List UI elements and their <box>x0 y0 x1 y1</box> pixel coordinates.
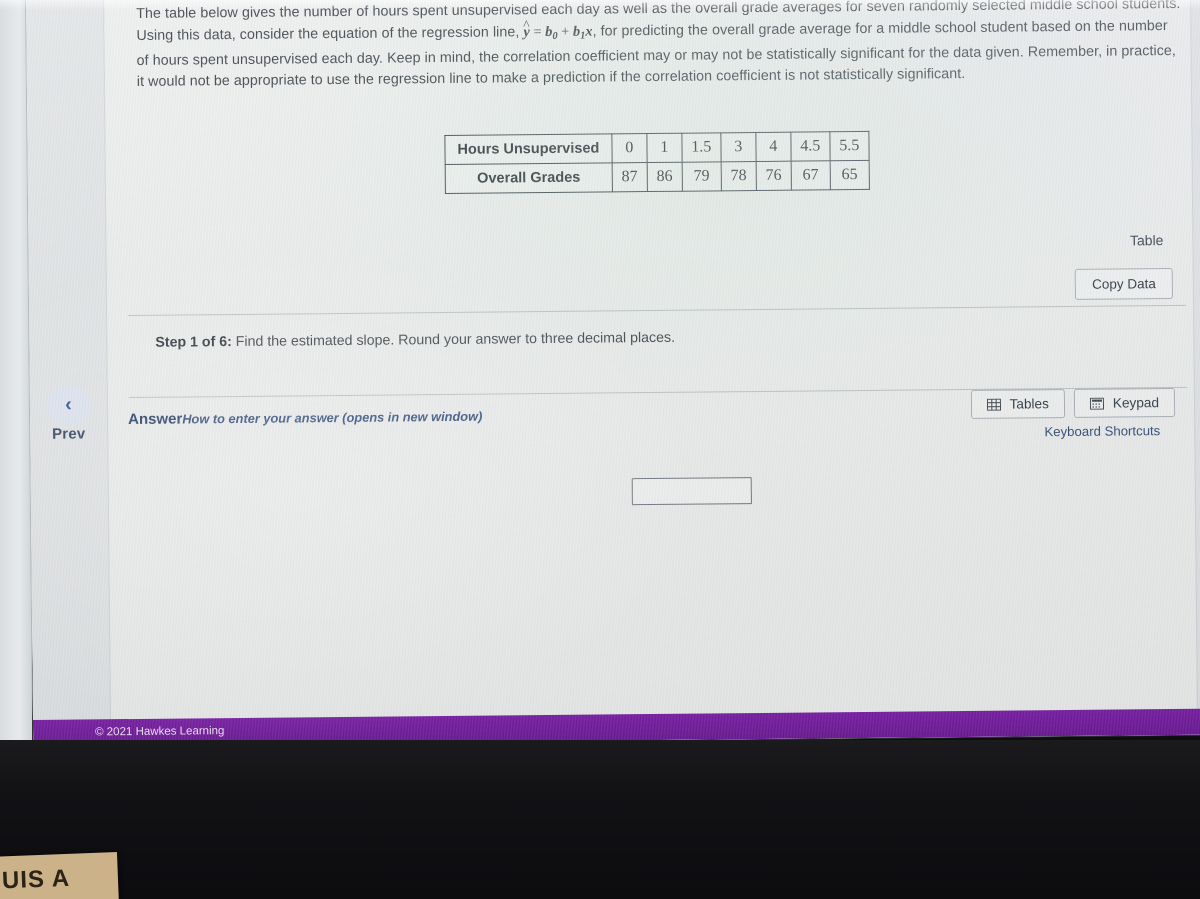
formula-b0: b <box>545 23 553 40</box>
tables-button-label: Tables <box>1009 396 1049 412</box>
keyboard-shortcuts-link[interactable]: Keyboard Shortcuts <box>1044 423 1160 439</box>
copyright-text: © 2021 Hawkes Learning <box>95 725 225 739</box>
cell-grade-3: 78 <box>720 161 757 191</box>
cell-hours-6: 5.5 <box>829 131 869 161</box>
cell-grade-0: 87 <box>611 162 648 192</box>
cell-grade-4: 76 <box>755 161 792 191</box>
step-label: Step 1 of 6: <box>155 334 232 351</box>
cell-hours-2: 1.5 <box>681 132 721 163</box>
divider-top <box>128 304 1187 317</box>
row-header-overall-grades: Overall Grades <box>445 162 613 194</box>
regression-formula: ^ y = b0 + b1x <box>523 18 593 42</box>
data-table: Hours Unsupervised 0 1 1.5 3 4 4.5 5.5 O… <box>444 130 870 194</box>
sticky-note: UIS A <box>0 851 119 899</box>
formula-y-hat: ^ y <box>523 18 530 44</box>
table-caption: Table <box>1129 232 1164 249</box>
prev-button[interactable]: ‹ Prev <box>45 385 92 443</box>
chevron-left-icon: ‹ <box>45 385 92 424</box>
tool-buttons: Tables Keypad <box>970 387 1176 419</box>
row-header-hours-unsupervised: Hours Unsupervised <box>444 133 612 165</box>
copy-data-button[interactable]: Copy Data <box>1074 268 1173 300</box>
hawkes-learning-page: ‹ Prev N The table below gives the numbe… <box>26 0 1200 746</box>
monitor-photograph: ‹ Prev N The table below gives the numbe… <box>0 0 1200 899</box>
answer-row: Answer How to enter your answer (opens i… <box>128 408 482 428</box>
cell-hours-1: 1 <box>646 133 682 163</box>
keypad-button-label: Keypad <box>1112 395 1160 411</box>
table-row: Overall Grades 87 86 79 78 76 67 65 <box>445 160 870 194</box>
formula-plus: + <box>557 23 574 40</box>
table-row: Hours Unsupervised 0 1 1.5 3 4 4.5 5.5 <box>444 131 869 165</box>
question-prompt: The table below gives the number of hour… <box>136 0 1182 94</box>
sticky-note-text: UIS A <box>1 864 71 895</box>
monitor-screen: ‹ Prev N The table below gives the numbe… <box>26 0 1200 746</box>
tables-button[interactable]: Tables <box>970 389 1066 419</box>
cell-hours-3: 3 <box>720 132 756 162</box>
monitor-bezel: DELL <box>0 740 1200 899</box>
cell-grade-2: 79 <box>681 161 722 192</box>
cell-hours-0: 0 <box>611 133 647 163</box>
keypad-button[interactable]: Keypad <box>1073 387 1176 418</box>
answer-help-link[interactable]: How to enter your answer (opens in new w… <box>182 409 482 427</box>
left-navigation-rail: ‹ Prev <box>26 0 111 720</box>
table-grid-icon <box>986 398 1001 411</box>
main-content: The table below gives the number of hour… <box>105 0 1196 719</box>
answer-label: Answer <box>128 410 183 429</box>
formula-equals: = <box>529 23 546 40</box>
data-table-container: Hours Unsupervised 0 1 1.5 3 4 4.5 5.5 O… <box>444 130 870 194</box>
cell-hours-5: 4.5 <box>790 131 830 162</box>
hat-accent-icon: ^ <box>523 17 530 33</box>
step-instruction: Step 1 of 6: Find the estimated slope. R… <box>155 330 675 351</box>
formula-b1: b <box>572 23 581 40</box>
prev-button-label: Prev <box>51 425 86 443</box>
page-background: ‹ Prev N The table below gives the numbe… <box>26 0 1200 746</box>
cell-hours-4: 4 <box>755 132 791 162</box>
calculator-icon <box>1089 397 1104 410</box>
cell-grade-5: 67 <box>790 160 831 191</box>
step-text: Find the estimated slope. Round your ans… <box>231 329 676 351</box>
answer-input[interactable] <box>631 477 752 506</box>
cell-grade-6: 65 <box>829 160 870 190</box>
cell-grade-1: 86 <box>646 162 683 192</box>
